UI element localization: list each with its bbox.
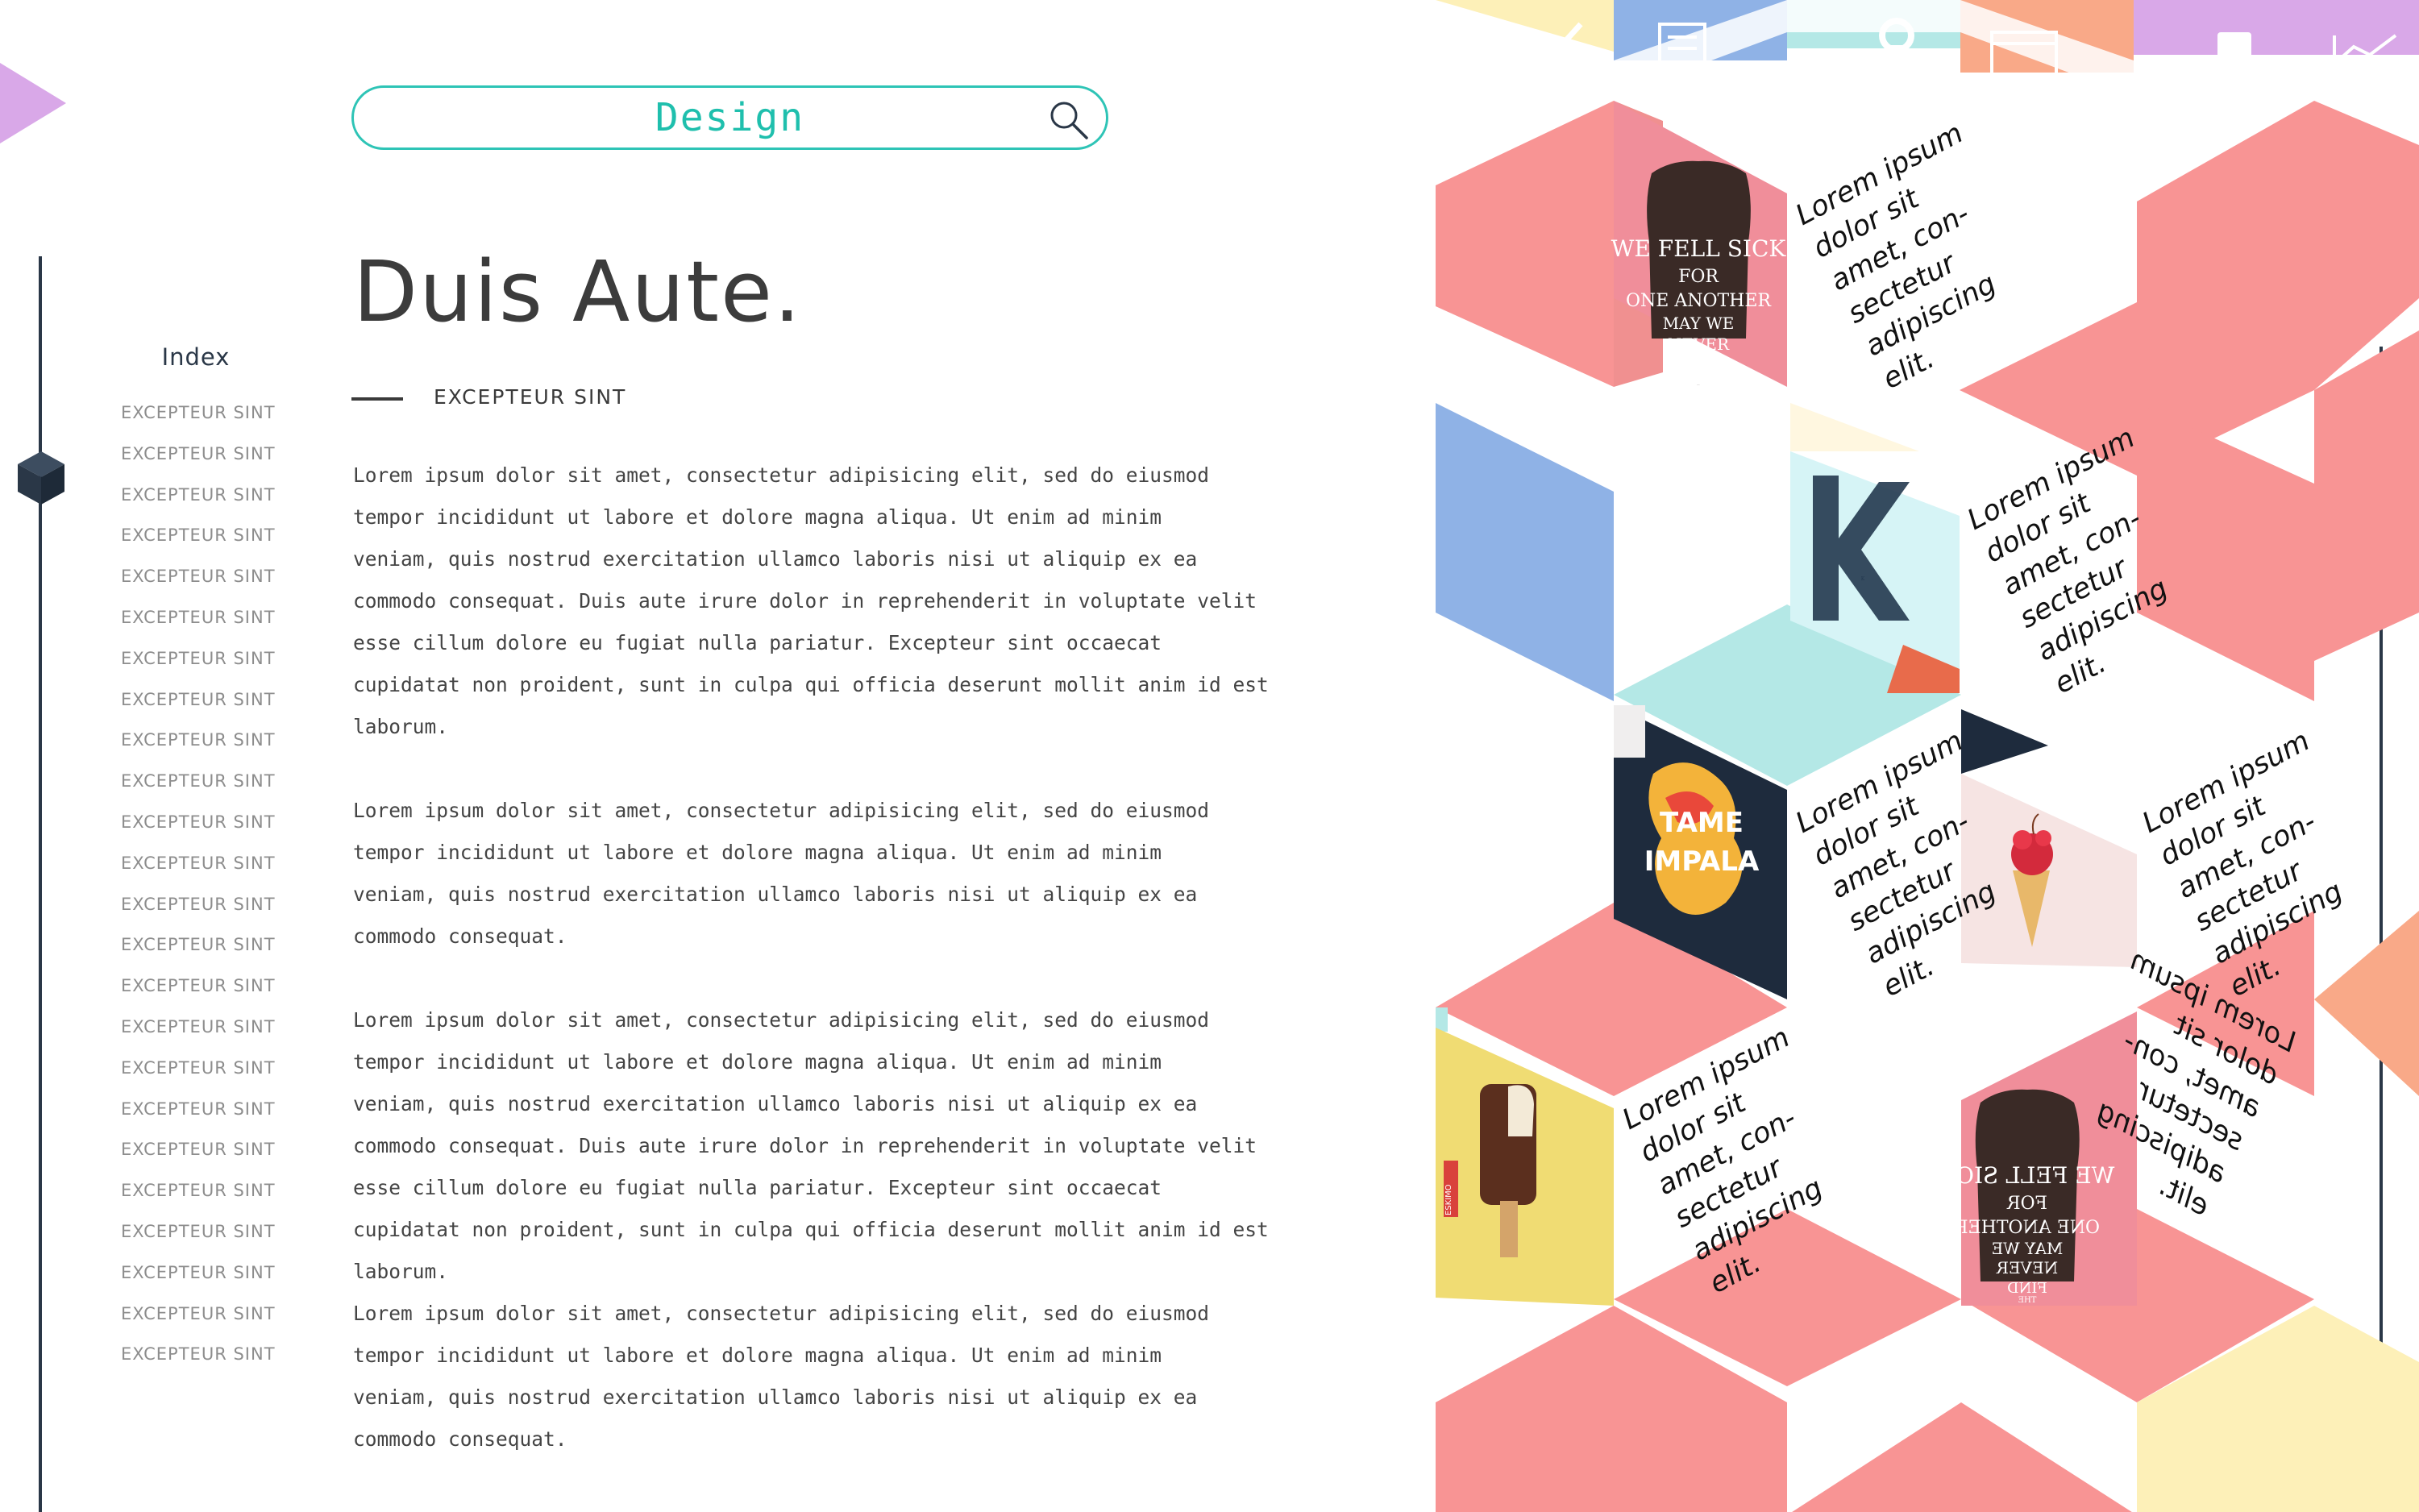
index-item[interactable]: EXCEPTEUR SINT	[121, 648, 276, 689]
index-item[interactable]: EXCEPTEUR SINT	[121, 729, 276, 771]
tablet-icon	[2217, 32, 2251, 89]
paragraph-text: Lorem ipsum dolor sit amet, consectetur …	[353, 799, 1210, 948]
index-item[interactable]: EXCEPTEUR SINT	[121, 402, 276, 443]
index-item[interactable]: EXCEPTEUR SINT	[121, 443, 276, 484]
paragraph-text: Lorem ipsum dolor sit amet, consectetur …	[353, 463, 1269, 738]
index-item[interactable]: EXCEPTEUR SINT	[121, 1303, 276, 1344]
vase-poster-mirrored-text: FOR	[2006, 1194, 2047, 1214]
index-item[interactable]: EXCEPTEUR SINT	[121, 1099, 276, 1140]
index-item[interactable]: EXCEPTEUR SINT	[121, 484, 276, 525]
letter-k-text: K	[1861, 576, 1865, 582]
vase-poster-mirrored-text: NEVER	[1996, 1258, 2058, 1277]
vase-poster-text: NEVER	[1668, 334, 1730, 354]
index-item[interactable]: EXCEPTEUR SINT	[121, 689, 276, 730]
ice-cream-cone-image	[1961, 709, 2137, 967]
tame-impala-text: TAME	[1660, 807, 1744, 839]
index-item[interactable]: EXCEPTEUR SINT	[121, 975, 276, 1016]
index-item[interactable]: EXCEPTEUR SINT	[121, 525, 276, 566]
vase-poster-text: THE	[1684, 373, 1713, 388]
index-item[interactable]: EXCEPTEUR SINT	[121, 1262, 276, 1303]
index-item[interactable]: EXCEPTEUR SINT	[121, 934, 276, 975]
index-item[interactable]: EXCEPTEUR SINT	[121, 1057, 276, 1099]
caption-1: Lorem ipsum dolor sit amet, con- sectetu…	[1790, 117, 2001, 396]
vase-poster-text: MAY WE	[1663, 314, 1735, 333]
index-item[interactable]: EXCEPTEUR SINT	[121, 812, 276, 853]
vase-poster-mirrored-text: THE	[2018, 1296, 2037, 1305]
vase-poster-text: ONE ANOTHER	[1626, 291, 1772, 311]
vase-poster-text: FOR	[1678, 267, 1719, 287]
vase-poster-mirrored-text: MAY WE	[1992, 1239, 2064, 1258]
search-input[interactable]: Design	[354, 88, 1106, 147]
index-item[interactable]: EXCEPTEUR SINT	[121, 607, 276, 648]
paragraph-text: Lorem ipsum dolor sit amet, consectetur …	[353, 1302, 1210, 1451]
paragraph-3: Lorem ipsum dolor sit amet, consectetur …	[353, 999, 1269, 1293]
page-subtitle: EXCEPTEUR SINT	[434, 385, 627, 409]
index-item[interactable]: EXCEPTEUR SINT	[121, 1221, 276, 1262]
page-title: Duis Aute.	[353, 243, 803, 341]
search-bar[interactable]: Design	[351, 85, 1108, 150]
nav-timeline	[39, 256, 42, 1512]
vase-poster-mirrored-text: WE FELL SICK	[1939, 1162, 2115, 1189]
ice-cream-bar-text: ESKIMO	[1444, 1184, 1453, 1215]
vase-poster-mirrored-text: ONE ANOTHER	[1954, 1218, 2100, 1238]
index-list: EXCEPTEUR SINT EXCEPTEUR SINT EXCEPTEUR SI…	[121, 402, 276, 1385]
tame-impala-text: IMPALA	[1644, 845, 1760, 878]
index-item[interactable]: EXCEPTEUR SINT	[121, 894, 276, 935]
top-icon-strip	[1436, 0, 2419, 97]
search-icon[interactable]	[1048, 99, 1090, 141]
paragraph-4: Lorem ipsum dolor sit amet, consectetur …	[353, 1293, 1210, 1460]
index-item[interactable]: EXCEPTEUR SINT	[121, 853, 276, 894]
vase-poster-text: CURE	[1697, 384, 1699, 386]
cube-icon[interactable]	[16, 450, 66, 506]
subtitle-rule	[351, 397, 403, 401]
vase-poster-mirrored-text: FIND	[2007, 1280, 2047, 1297]
paragraph-text: Lorem ipsum dolor sit amet, consectetur …	[353, 1008, 1269, 1283]
index-item[interactable]: EXCEPTEUR SINT	[121, 566, 276, 607]
index-item[interactable]: EXCEPTEUR SINT	[121, 771, 276, 812]
index-item[interactable]: EXCEPTEUR SINT	[121, 1344, 276, 1385]
index-item[interactable]: EXCEPTEUR SINT	[121, 1180, 276, 1221]
corner-triangle-decoration	[0, 63, 66, 143]
vase-poster-text: FIND	[1676, 354, 1720, 373]
vase-poster-mirrored-image: WE FELL SICK FOR ONE ANOTHER MAY WE NEVE…	[1939, 1011, 2137, 1306]
index-title: Index	[161, 343, 231, 371]
vase-poster-text: WE FELL SICK	[1611, 235, 1787, 262]
vase-poster-mirrored-text: CURE	[2026, 1302, 2028, 1303]
paragraph-2: Lorem ipsum dolor sit amet, consectetur …	[353, 790, 1210, 957]
isometric-mosaic: WE FELL SICK FOR ONE ANOTHER MAY WE NEVE…	[1436, 0, 2419, 1512]
paragraph-1: Lorem ipsum dolor sit amet, consectetur …	[353, 455, 1269, 748]
index-item[interactable]: EXCEPTEUR SINT	[121, 1016, 276, 1057]
index-item[interactable]: EXCEPTEUR SINT	[121, 1139, 276, 1180]
